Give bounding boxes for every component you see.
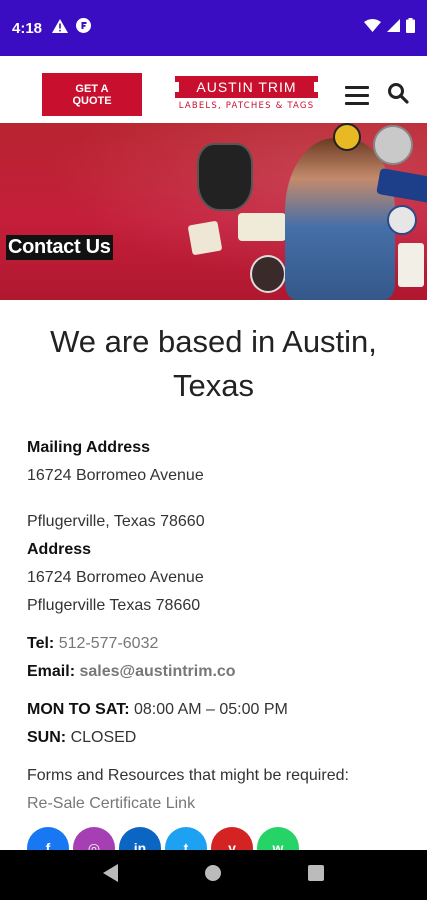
forms-text: Forms and Resources that might be requir… xyxy=(27,767,349,784)
contact-content: We are based in Austin, Texas Mailing Ad… xyxy=(0,300,427,850)
logo-title: AUSTIN TRIM xyxy=(173,76,320,98)
patch-image xyxy=(387,205,417,235)
back-icon[interactable] xyxy=(103,863,119,887)
facebook-icon[interactable]: f xyxy=(27,827,69,850)
patch-image xyxy=(238,213,286,241)
patch-image xyxy=(197,143,253,211)
patch-image xyxy=(187,220,223,256)
linkedin-icon[interactable]: in xyxy=(119,827,161,850)
address-line1: 16724 Borromeo Avenue xyxy=(27,569,204,586)
signal-icon xyxy=(387,19,400,37)
patch-image xyxy=(398,243,424,287)
hero-banner: Contact Us xyxy=(0,123,427,300)
app-notification-icon xyxy=(76,18,92,38)
location-heading: We are based in Austin, Texas xyxy=(50,324,377,403)
battery-icon xyxy=(406,18,415,38)
system-nav-bar xyxy=(0,850,427,900)
whatsapp-icon[interactable]: w xyxy=(257,827,299,850)
wifi-icon xyxy=(364,19,381,37)
home-icon[interactable] xyxy=(205,864,222,886)
page-title: Contact Us xyxy=(6,235,113,260)
resale-certificate-link[interactable]: Re-Sale Certificate Link xyxy=(27,795,195,812)
mailing-address-label: Mailing Address xyxy=(27,439,150,456)
search-icon[interactable] xyxy=(387,82,411,106)
hours-weekday-label: MON TO SAT: xyxy=(27,701,130,718)
status-bar: 4:18 xyxy=(0,0,427,56)
hours-weekday-value: 08:00 AM – 05:00 PM xyxy=(133,701,288,718)
logo-subtitle: LABELS, PATCHES & TAGS xyxy=(178,101,315,111)
hours-sunday-value: CLOSED xyxy=(70,729,137,746)
yelp-icon[interactable]: y xyxy=(211,827,253,850)
person-image xyxy=(285,138,395,300)
instagram-icon[interactable]: ◎ xyxy=(73,827,115,850)
mailing-address-line1: 16724 Borromeo Avenue xyxy=(27,467,204,484)
status-time: 4:18 xyxy=(12,19,43,37)
patch-image xyxy=(250,255,286,293)
get-a-quote-button[interactable]: GET A QUOTE xyxy=(42,73,142,116)
social-links: f ◎ in t y w xyxy=(27,827,299,850)
warning-icon xyxy=(52,18,69,38)
address-label: Address xyxy=(27,541,92,558)
tel-label: Tel: xyxy=(27,635,55,652)
email-label: Email: xyxy=(27,663,76,680)
twitter-icon[interactable]: t xyxy=(165,827,207,850)
site-header: GET A QUOTE AUSTIN TRIM LABELS, PATCHES &… xyxy=(0,68,427,123)
recents-icon[interactable] xyxy=(307,864,324,886)
phone-link[interactable]: 512-577-6032 xyxy=(59,635,159,652)
address-line2: Pflugerville Texas 78660 xyxy=(27,597,201,614)
menu-icon[interactable] xyxy=(345,86,369,106)
austin-trim-logo[interactable]: AUSTIN TRIM LABELS, PATCHES & TAGS xyxy=(173,76,320,116)
email-link[interactable]: sales@austintrim.co xyxy=(79,663,235,680)
patch-image xyxy=(373,125,413,165)
patch-image xyxy=(333,123,361,151)
mailing-address-line2: Pflugerville, Texas 78660 xyxy=(27,513,205,530)
hours-sunday-label: SUN: xyxy=(27,729,67,746)
